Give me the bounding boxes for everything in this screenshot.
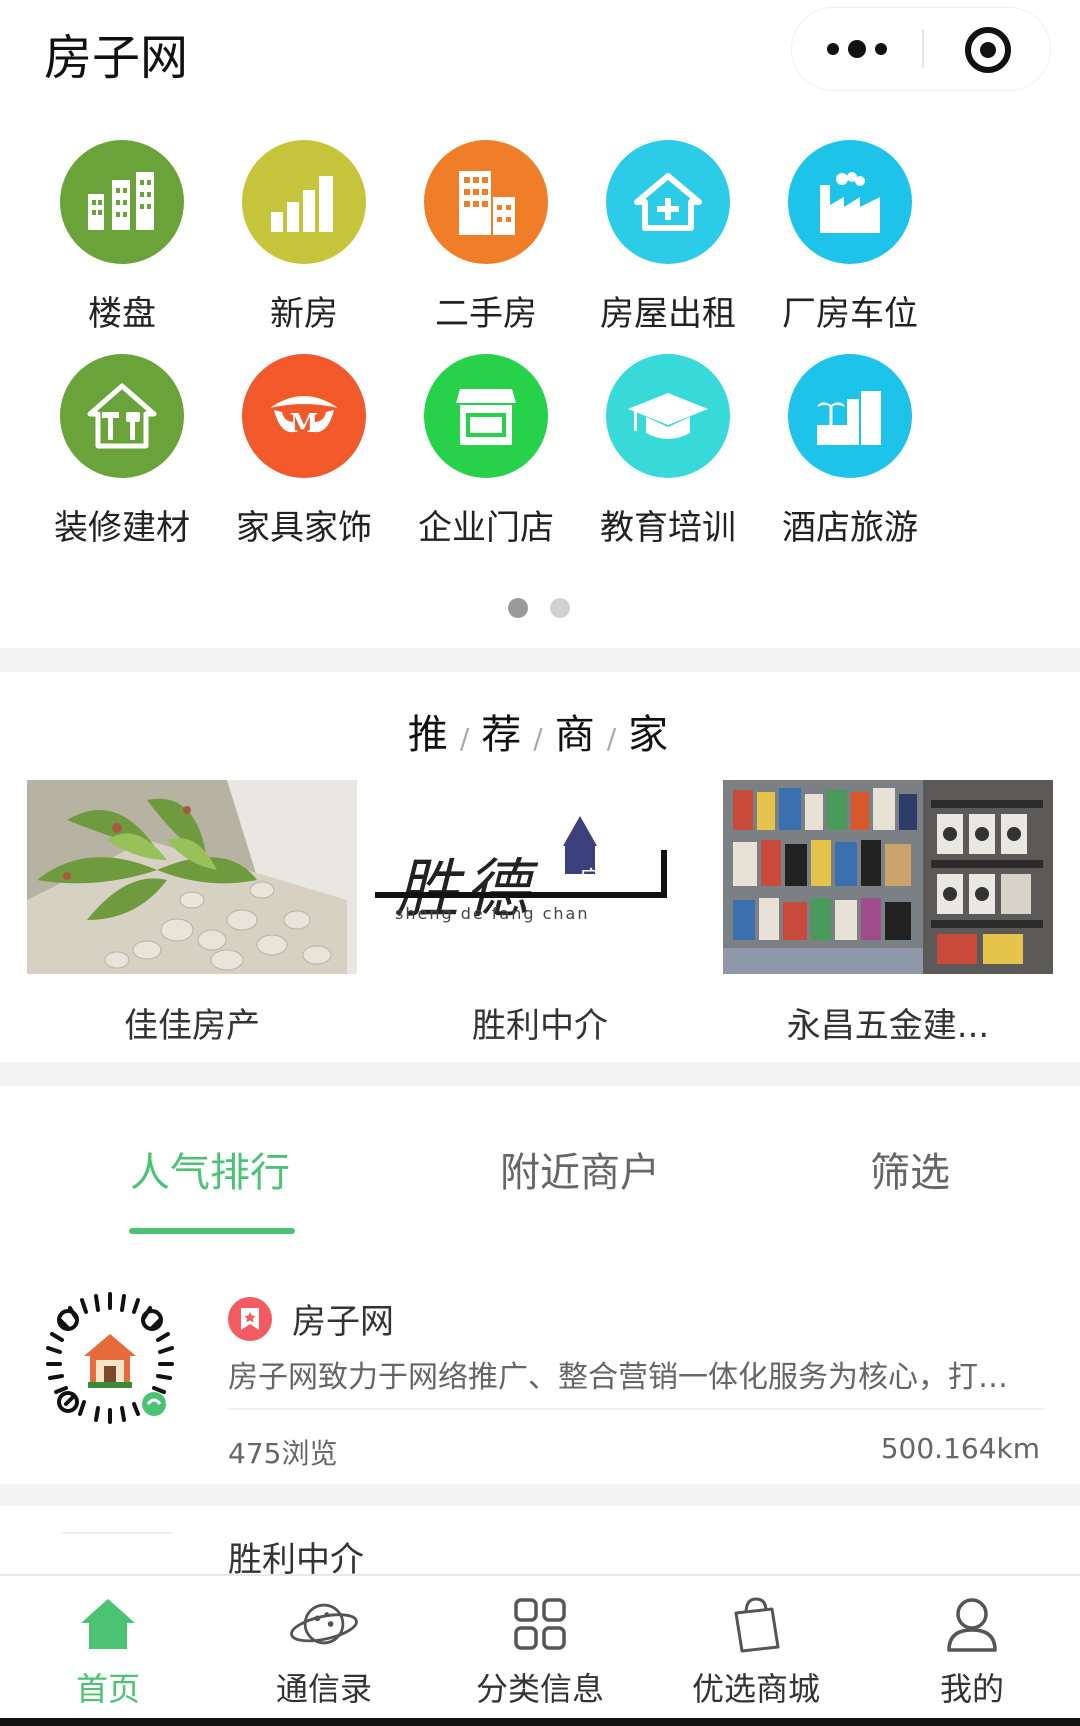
shop-title-row: 房子网 bbox=[228, 1294, 394, 1343]
view-count: 475浏览 bbox=[228, 1437, 338, 1470]
distance: 500.164km bbox=[880, 1432, 1040, 1465]
nav-mall[interactable]: 优选商城 bbox=[648, 1576, 864, 1726]
merchant-card[interactable]: 胜德 房产 sheng de fang chan 胜利中介 bbox=[375, 780, 705, 1047]
category-xinfang[interactable]: 新房 bbox=[204, 140, 404, 335]
merchant-name: 佳佳房产 bbox=[124, 1006, 260, 1046]
category-jiudianlvyou[interactable]: 酒店旅游 bbox=[750, 354, 950, 549]
mini-program-capsule bbox=[792, 8, 1050, 90]
category-label: 二手房 bbox=[435, 294, 537, 334]
more-dots-icon[interactable] bbox=[792, 8, 922, 90]
section-divider bbox=[0, 648, 1080, 672]
tab-popular[interactable]: 人气排行 bbox=[130, 1140, 290, 1198]
shop-name: 房子网 bbox=[292, 1302, 394, 1342]
ranking-tabs: 人气排行 附近商户 筛选 bbox=[0, 1110, 1080, 1234]
merchant-card[interactable]: 永昌五金建... bbox=[723, 780, 1053, 1047]
svg-text:M: M bbox=[290, 409, 319, 439]
mini-program-qr-code bbox=[40, 1290, 180, 1430]
shop-divider bbox=[228, 1408, 1044, 1410]
tab-filter[interactable]: 筛选 bbox=[870, 1140, 950, 1198]
graduation-cap-icon bbox=[606, 354, 730, 478]
house-plus-icon bbox=[606, 140, 730, 264]
section-divider bbox=[0, 1484, 1080, 1506]
target-close-icon[interactable] bbox=[965, 27, 1011, 73]
tab-nearby[interactable]: 附近商户 bbox=[500, 1140, 660, 1198]
buildings-icon bbox=[60, 140, 184, 264]
factory-icon bbox=[788, 140, 912, 264]
bookmark-badge-icon bbox=[228, 1296, 272, 1341]
category-changfangchewei[interactable]: 厂房车位 bbox=[750, 140, 950, 335]
category-fangwuchuzu[interactable]: 房屋出租 bbox=[568, 140, 768, 335]
category-label: 楼盘 bbox=[88, 294, 156, 334]
category-label: 厂房车位 bbox=[782, 294, 918, 334]
top-bar: 房子网 bbox=[0, 0, 1080, 100]
recommended-title: 推 / 荐 / 商 / 家 bbox=[407, 712, 673, 758]
active-tab-indicator bbox=[129, 1228, 295, 1234]
bottom-navigation: 首页 通信录 分类信息 优选商城 我的 bbox=[0, 1574, 1080, 1726]
list-item[interactable]: 房子网 房子网致力于网络推广、整合营销一体化服务为核心，打… 475浏览 500… bbox=[0, 1290, 1080, 1470]
system-home-indicator bbox=[0, 1718, 1080, 1726]
nav-label: 首页 bbox=[75, 1670, 140, 1708]
category-qiyemendian[interactable]: 企业门店 bbox=[386, 354, 586, 549]
storefront-icon bbox=[424, 354, 548, 478]
grid-squares-icon bbox=[505, 1592, 575, 1656]
pager-dots bbox=[508, 598, 570, 618]
nav-categories[interactable]: 分类信息 bbox=[432, 1576, 648, 1726]
merchant-card[interactable]: 佳佳房产 bbox=[27, 780, 357, 1047]
shopping-bag-icon bbox=[721, 1592, 791, 1656]
category-label: 房屋出租 bbox=[600, 294, 736, 334]
nav-label: 优选商城 bbox=[691, 1670, 820, 1708]
merchant-name: 永昌五金建... bbox=[786, 1006, 990, 1046]
user-icon bbox=[937, 1592, 1007, 1656]
category-label: 酒店旅游 bbox=[782, 508, 918, 548]
bar-buildings-icon bbox=[242, 140, 366, 264]
category-ershoufang[interactable]: 二手房 bbox=[386, 140, 586, 335]
category-jiaoyupeixun[interactable]: 教育培训 bbox=[568, 354, 768, 549]
category-loupan[interactable]: 楼盘 bbox=[22, 140, 222, 335]
home-icon bbox=[73, 1592, 143, 1656]
hardware-store-photo bbox=[723, 780, 1053, 974]
nav-label: 通信录 bbox=[275, 1670, 372, 1708]
office-building-icon bbox=[424, 140, 548, 264]
category-label: 企业门店 bbox=[418, 508, 554, 548]
app-title: 房子网 bbox=[44, 30, 189, 86]
planet-icon bbox=[289, 1592, 359, 1656]
succulent-plant-photo bbox=[27, 780, 357, 974]
category-label: 教育培训 bbox=[600, 508, 736, 548]
nav-label: 我的 bbox=[939, 1670, 1004, 1708]
category-jiajujiashi[interactable]: M 家具家饰 bbox=[204, 354, 404, 549]
shop-name: 胜利中介 bbox=[228, 1540, 364, 1574]
shop-description: 房子网致力于网络推广、整合营销一体化服务为核心，打… bbox=[228, 1360, 1008, 1395]
pager-dot[interactable] bbox=[550, 598, 570, 618]
shengde-logo: 胜德 房产 sheng de fang chan bbox=[375, 780, 705, 974]
nav-label: 分类信息 bbox=[475, 1670, 604, 1708]
nav-contacts[interactable]: 通信录 bbox=[216, 1576, 432, 1726]
category-zhuangxiu[interactable]: 装修建材 bbox=[22, 354, 222, 549]
category-label: 家具家饰 bbox=[236, 508, 372, 548]
house-tools-icon bbox=[60, 354, 184, 478]
section-divider bbox=[0, 1062, 1080, 1086]
capsule-divider bbox=[922, 30, 924, 68]
list-item[interactable]: 胜利中介 bbox=[0, 1510, 1080, 1574]
category-label: 新房 bbox=[270, 294, 338, 334]
category-label: 装修建材 bbox=[54, 508, 190, 548]
nav-home[interactable]: 首页 bbox=[0, 1576, 216, 1726]
pager-dot-active[interactable] bbox=[508, 598, 528, 618]
shop-thumbnail bbox=[62, 1532, 172, 1534]
furniture-icon: M bbox=[242, 354, 366, 478]
nav-profile[interactable]: 我的 bbox=[864, 1576, 1080, 1726]
merchant-name: 胜利中介 bbox=[472, 1006, 608, 1046]
resort-icon bbox=[788, 354, 912, 478]
